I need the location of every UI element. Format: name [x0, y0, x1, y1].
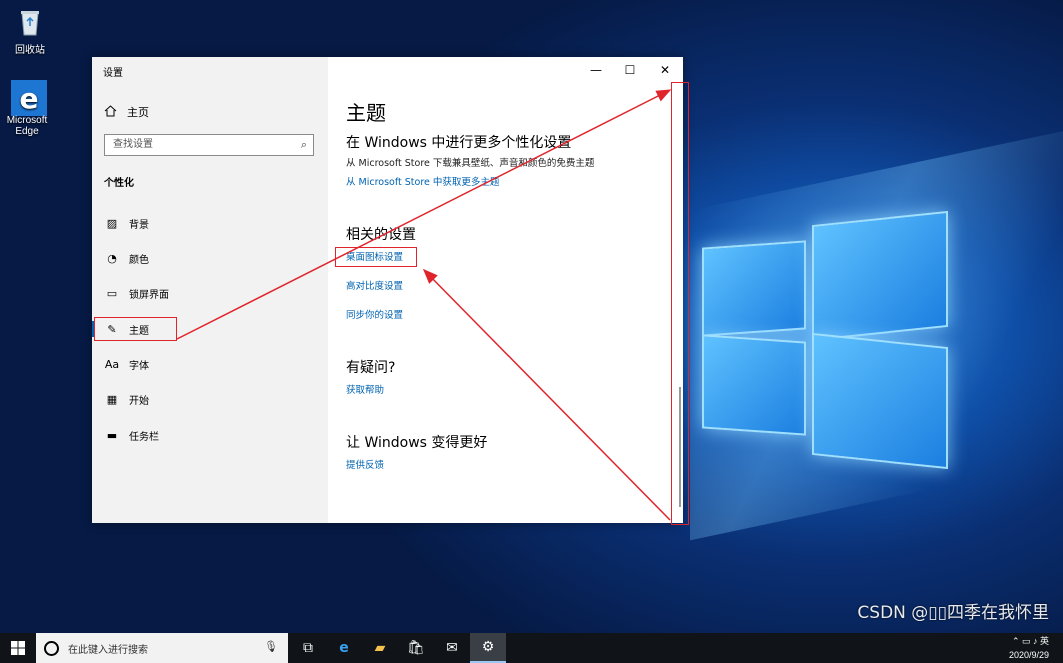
sidebar-section-heading: 个性化 [104, 178, 134, 189]
taskbar-mail-button[interactable]: ✉ [434, 633, 470, 663]
gear-icon: ⚙ [481, 639, 495, 655]
close-button[interactable]: ✕ [648, 57, 682, 83]
sidebar-item-label: 任务栏 [129, 431, 159, 443]
search-placeholder: 查找设置 [113, 139, 153, 150]
font-icon: Aa [104, 357, 120, 371]
edge-icon: e [339, 640, 349, 656]
more-personalization-heading: 在 Windows 中进行更多个性化设置 [346, 135, 572, 151]
task-view-icon: ⧉ [303, 640, 313, 656]
edge-icon: e [11, 80, 47, 116]
windows-logo-pane [702, 334, 806, 436]
taskbar: 在此键入进行搜索 🎙 ⧉ e ▰ 🛍 ✉ ⚙ ⌃ ▭ ♪ 英 2020/9/29 [0, 633, 1063, 663]
sidebar-item-colors[interactable]: ◔ 颜色 [92, 243, 328, 273]
tray-icons: ⌃ ▭ ♪ 英 [1011, 636, 1049, 646]
windows-logo-pane [812, 332, 948, 470]
task-view-button[interactable]: ⧉ [290, 633, 326, 663]
search-icon: ⌕ [300, 138, 307, 151]
store-icon: 🛍 [407, 640, 425, 656]
tray-date: 2020/9/29 [1008, 650, 1049, 660]
related-settings-heading: 相关的设置 [346, 227, 416, 243]
sidebar-home-label: 主页 [127, 106, 149, 119]
image-icon: ▨ [106, 216, 118, 230]
help-heading: 有疑问? [346, 360, 396, 376]
desktop-icon-edge[interactable]: e Microsoft Edge [0, 80, 57, 137]
sync-settings-link[interactable]: 同步你的设置 [346, 307, 403, 321]
svg-text:e: e [20, 82, 39, 115]
sidebar-item-taskbar[interactable]: ▬ 任务栏 [92, 420, 328, 450]
taskbar-edge-button[interactable]: e [326, 633, 362, 663]
cortana-icon [44, 640, 59, 656]
settings-content: — ☐ ✕ 主题 在 Windows 中进行更多个性化设置 从 Microsof… [328, 57, 683, 523]
desktop-icon-label: Microsoft Edge [6, 115, 48, 137]
taskbar-icon: ▬ [106, 428, 118, 442]
high-contrast-settings-link[interactable]: 高对比度设置 [346, 278, 403, 292]
desktop-icon-recycle-bin[interactable]: 回收站 [0, 6, 60, 56]
window-title: 设置 [103, 68, 123, 79]
windows-logo-icon [11, 641, 25, 655]
watermark-text: CSDN @▯▯四季在我怀里 [857, 603, 1049, 623]
home-icon [104, 104, 118, 120]
settings-window: 设置 主页 查找设置 ⌕ 个性化 ▨ 背景 ◔ 颜色 ▭ 锁屏界面 ✎ 主题 A… [92, 57, 683, 523]
mail-icon: ✉ [446, 640, 458, 656]
wallpaper-light-beam [690, 129, 1063, 541]
lock-screen-icon: ▭ [106, 286, 118, 300]
sidebar-item-lock-screen[interactable]: ▭ 锁屏界面 [92, 278, 328, 308]
palette-icon: ◔ [107, 251, 117, 265]
taskbar-file-explorer-button[interactable]: ▰ [362, 633, 398, 663]
sidebar-item-label: 锁屏界面 [129, 289, 169, 301]
sidebar-item-label: 字体 [129, 360, 149, 372]
settings-search-input[interactable]: 查找设置 ⌕ [104, 134, 314, 156]
windows-logo-pane [702, 240, 806, 337]
system-tray[interactable]: ⌃ ▭ ♪ 英 2020/9/29 [1009, 635, 1049, 661]
sidebar-item-background[interactable]: ▨ 背景 [92, 208, 328, 238]
more-personalization-text: 从 Microsoft Store 下载兼具壁纸、声音和颜色的免费主题 [346, 158, 595, 169]
windows-logo-pane [812, 210, 948, 342]
settings-sidebar: 设置 主页 查找设置 ⌕ 个性化 ▨ 背景 ◔ 颜色 ▭ 锁屏界面 ✎ 主题 A… [92, 57, 328, 523]
taskbar-settings-button[interactable]: ⚙ [470, 633, 506, 663]
annotation-box-desktop-icons [335, 247, 417, 267]
sidebar-item-label: 颜色 [129, 254, 149, 266]
minimize-button[interactable]: — [579, 57, 613, 83]
annotation-box-scrollbar [671, 82, 689, 525]
taskbar-store-button[interactable]: 🛍 [398, 633, 434, 663]
annotation-box-themes [94, 317, 177, 341]
maximize-button[interactable]: ☐ [613, 57, 647, 83]
taskbar-search-box[interactable]: 在此键入进行搜索 🎙 [36, 633, 288, 663]
improve-windows-heading: 让 Windows 变得更好 [346, 435, 488, 451]
microphone-icon[interactable]: 🎙 [264, 640, 278, 653]
start-icon: ▦ [106, 392, 118, 406]
start-button[interactable] [0, 633, 36, 663]
give-feedback-link[interactable]: 提供反馈 [346, 457, 384, 471]
desktop-icon-label: 回收站 [15, 45, 45, 56]
sidebar-item-start[interactable]: ▦ 开始 [92, 384, 328, 414]
taskbar-search-placeholder: 在此键入进行搜索 [68, 644, 148, 656]
sidebar-item-fonts[interactable]: Aa 字体 [92, 349, 328, 379]
sidebar-home[interactable]: 主页 [104, 104, 149, 120]
page-title: 主题 [346, 101, 386, 125]
sidebar-item-label: 背景 [129, 219, 149, 231]
folder-icon: ▰ [374, 640, 386, 656]
sidebar-item-label: 开始 [129, 395, 149, 407]
get-more-themes-link[interactable]: 从 Microsoft Store 中获取更多主题 [346, 174, 499, 188]
get-help-link[interactable]: 获取帮助 [346, 382, 384, 396]
recycle-bin-icon [14, 6, 46, 38]
